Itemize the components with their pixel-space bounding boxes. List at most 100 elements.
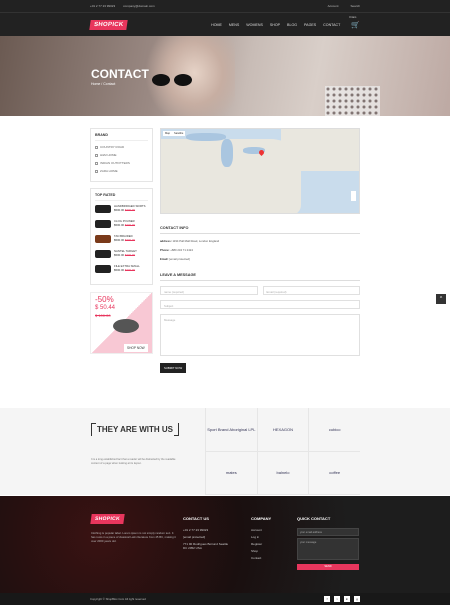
contact-address: address: 1194 Pall Mall Road, London Eng…: [160, 239, 220, 243]
footer-link[interactable]: Shop: [251, 549, 271, 553]
nav-blog[interactable]: BLOG: [287, 23, 297, 27]
promo-old-price: $ 100.00: [95, 313, 111, 318]
map-lake: [221, 139, 233, 167]
brand-logo[interactable]: Sport Brand Aboriginal LPL: [205, 408, 257, 452]
quick-message-input[interactable]: your message: [297, 538, 359, 560]
map-tab[interactable]: Map: [163, 131, 173, 136]
product-item[interactable]: HANDBRIDGED SKIRTS $500.00 $300.00: [95, 204, 148, 213]
product-thumb[interactable]: [95, 235, 111, 243]
breadcrumb[interactable]: Home / Contact: [91, 82, 115, 86]
brand-filter: BRAND COUNTRY ROAD H&M HOME INDIAN OUTFI…: [90, 128, 153, 182]
main-nav: HOME MENS WOMENS SHOP BLOG PAGES CONTACT…: [211, 16, 360, 29]
leave-message-title: LEAVE A MESSAGE: [160, 273, 360, 281]
footer-link[interactable]: Account: [251, 528, 271, 532]
brand-option[interactable]: ZARA HOME: [95, 169, 148, 173]
zoom-control[interactable]: [351, 191, 356, 201]
nav-pages[interactable]: PAGES: [304, 23, 316, 27]
scarf-image: [325, 86, 380, 116]
checkbox-icon[interactable]: [95, 153, 98, 157]
top-email[interactable]: company@domain.com: [123, 4, 155, 8]
product-thumb[interactable]: [95, 265, 111, 273]
map-lake: [186, 133, 226, 141]
search-link[interactable]: Search: [350, 4, 360, 8]
social-links: f t in g: [324, 596, 360, 602]
brand-logo-grid: Sport Brand Aboriginal LPL HEXAGON cubic…: [205, 408, 360, 495]
footer-email[interactable]: [email protected]: [183, 535, 233, 539]
nav-contact[interactable]: CONTACT: [323, 23, 340, 27]
product-item[interactable]: CLOG POUNER $500.00 $300.00: [95, 219, 148, 228]
sunglasses-image: [152, 74, 192, 86]
brand-option[interactable]: INDIAN OUTFITTERS: [95, 161, 148, 165]
nav-mens[interactable]: MENS: [229, 23, 239, 27]
google-icon[interactable]: g: [354, 596, 360, 602]
brand-logo[interactable]: balnelo: [256, 451, 309, 495]
satellite-tab[interactable]: Satellite: [172, 131, 186, 136]
google-map[interactable]: Map Satellite: [160, 128, 360, 214]
page-title: CONTACT: [91, 67, 149, 81]
shop-now-button[interactable]: SHOP NOW: [124, 344, 148, 352]
contact-email: Email: [email protected]: [160, 257, 190, 261]
footer-link[interactable]: Register: [251, 542, 271, 546]
email-field[interactable]: Email (required): [262, 286, 360, 295]
nav-shop[interactable]: SHOP: [270, 23, 280, 27]
checkbox-icon[interactable]: [95, 161, 98, 165]
footer-link[interactable]: Log in: [251, 535, 271, 539]
footer-contact: CONTACT US +01 2 77 23 99023 [email prot…: [183, 516, 233, 553]
top-rated: TOP RATED HANDBRIDGED SKIRTS $500.00 $300…: [90, 188, 153, 285]
checkbox-icon[interactable]: [95, 169, 98, 173]
cart-icon[interactable]: 🛒 0 item: [349, 16, 360, 29]
sidebar: BRAND COUNTRY ROAD H&M HOME INDIAN OUTFI…: [90, 128, 153, 354]
quick-email-input[interactable]: your email address: [297, 528, 359, 536]
footer-quick-contact: QUICK CONTACT your email address your me…: [297, 516, 359, 570]
checkbox-icon[interactable]: [95, 145, 98, 149]
brands-section: THEY ARE WITH US It is a long establishe…: [0, 408, 450, 495]
facebook-icon[interactable]: f: [324, 596, 330, 602]
promo-price: $ 50.44: [95, 305, 116, 311]
footer-address: 771 90 Rodrigues Boriund Seattle DC 2052…: [183, 542, 229, 550]
subject-field[interactable]: Subject: [160, 300, 360, 309]
submit-button[interactable]: SUBMIT NOW: [160, 363, 187, 373]
cart-count: 0 item: [349, 15, 357, 19]
brand-logo[interactable]: HEXAGON: [256, 408, 309, 452]
name-field[interactable]: name (required): [160, 286, 258, 295]
nav-home[interactable]: HOME: [211, 23, 222, 27]
nav-womens[interactable]: WOMENS: [246, 23, 263, 27]
footer-logo[interactable]: SHOPICK: [90, 514, 125, 524]
brand-option[interactable]: COUNTRY ROAD: [95, 145, 148, 149]
footer: SHOPICK Clothing is popular label. Lorem…: [0, 496, 450, 593]
footer-bottom: Copyright © ShopBloc.Com All right reser…: [0, 593, 450, 605]
brand-logo[interactable]: mates: [205, 451, 257, 495]
promo-banner[interactable]: -50% $ 50.44 $ 100.00 SHOP NOW: [90, 292, 153, 354]
main-header: SHOPICK HOME MENS WOMENS SHOP BLOG PAGES…: [0, 12, 450, 36]
top-phone: +01 2 77 23 99023: [90, 4, 116, 8]
contact-phone: Phone: +880 234 71 2424: [160, 248, 193, 252]
map-type-tabs[interactable]: Map Satellite: [163, 131, 186, 136]
product-thumb[interactable]: [95, 205, 111, 213]
product-thumb[interactable]: [95, 250, 111, 258]
quick-send-button[interactable]: SEND: [297, 564, 359, 570]
product-item[interactable]: NANTEL TARGET $500.00 $300.00: [95, 249, 148, 258]
footer-about: Clothing is popular label. Lorem ipsum i…: [91, 531, 176, 544]
scroll-top-button[interactable]: ^: [436, 294, 446, 304]
contact-content: Map Satellite CONTACT INFO address: 1194 …: [160, 128, 360, 374]
footer-link[interactable]: Contact: [251, 556, 271, 560]
twitter-icon[interactable]: t: [334, 596, 340, 602]
footer-company: COMPANY Account Log in Register Shop Con…: [251, 516, 272, 560]
hat-image: [113, 319, 139, 333]
contact-info-title: CONTACT INFO: [160, 226, 360, 234]
product-thumb[interactable]: [95, 220, 111, 228]
brands-text: It is a long established fact that a rea…: [91, 458, 176, 465]
message-field[interactable]: Message: [160, 314, 360, 356]
site-logo[interactable]: SHOPICK: [89, 19, 129, 30]
map-land: [281, 129, 359, 171]
brand-logo[interactable]: cubico: [308, 408, 360, 452]
top-rated-title: TOP RATED: [95, 193, 148, 201]
product-item[interactable]: FILE EXTRA SMALL $500.00 $300.00: [95, 264, 148, 273]
account-link[interactable]: Account: [328, 4, 339, 8]
brand-option[interactable]: H&M HOME: [95, 153, 148, 157]
linkedin-icon[interactable]: in: [344, 596, 350, 602]
page-hero: CONTACT Home / Contact: [0, 36, 450, 116]
brand-logo[interactable]: coffee: [308, 451, 360, 495]
product-item[interactable]: TAN BRAIDED $500.00 $300.00: [95, 234, 148, 243]
promo-discount: -50%: [95, 295, 114, 304]
